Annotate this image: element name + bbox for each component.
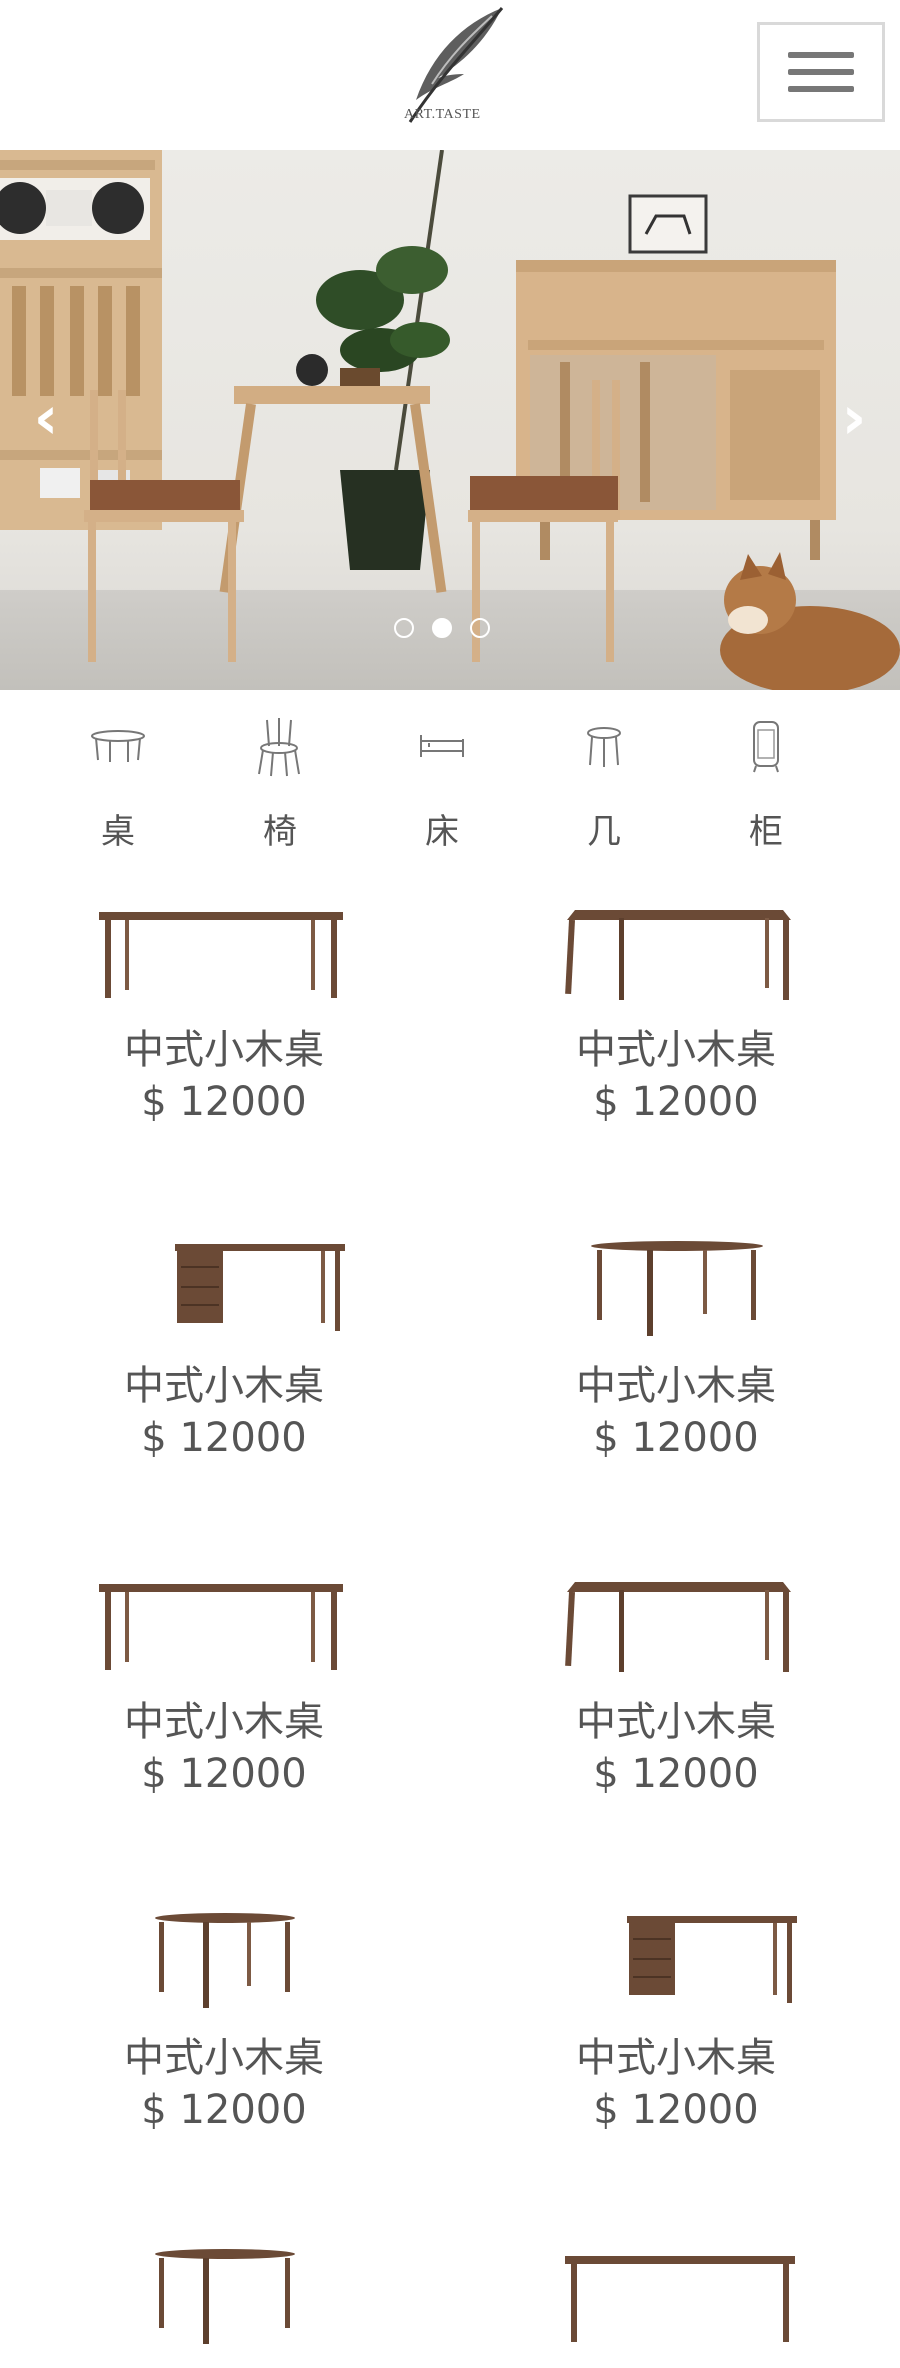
product-price: $ 12000 [593, 1415, 759, 1461]
product-name: 中式小木桌 [576, 2035, 776, 2081]
product-image [99, 1542, 349, 1672]
product-image [99, 1206, 349, 1336]
menu-line-icon [788, 86, 854, 92]
carousel-prev-button[interactable]: ‹ [28, 388, 64, 448]
long-table-angled-icon [565, 910, 791, 1000]
carousel-next-button[interactable]: › [836, 388, 872, 448]
brand-logo[interactable]: ART.TASTE [392, 4, 510, 136]
product-card[interactable]: 中式小木桌 $ 12000 [526, 1542, 826, 1800]
product-name: 中式小木桌 [576, 1027, 776, 1073]
product-image [551, 2214, 801, 2344]
product-image [551, 1206, 801, 1336]
product-card[interactable] [74, 2214, 374, 2368]
product-image [99, 870, 349, 1000]
product-card[interactable]: 中式小木桌 $ 12000 [74, 1542, 374, 1800]
product-card[interactable] [526, 2214, 826, 2368]
category-item-cabinet[interactable]: 柜 [706, 710, 826, 853]
menu-line-icon [788, 52, 854, 58]
carousel-dot[interactable] [470, 618, 490, 638]
product-name: 中式小木桌 [576, 1699, 776, 1745]
product-card[interactable]: 中式小木桌 $ 12000 [526, 870, 826, 1128]
product-price: $ 12000 [593, 1751, 759, 1797]
hero-image [0, 150, 900, 690]
product-price: $ 12000 [593, 1079, 759, 1125]
category-item-side-table[interactable]: 几 [544, 710, 664, 853]
product-card[interactable]: 中式小木桌 $ 12000 [526, 1206, 826, 1464]
long-table-icon [99, 1584, 343, 1670]
cabinet-icon [753, 721, 779, 773]
product-image [551, 1878, 801, 2008]
category-label: 几 [587, 812, 621, 852]
round-table-icon [155, 2249, 295, 2344]
product-price: $ 12000 [593, 2087, 759, 2133]
product-card[interactable]: 中式小木桌 $ 12000 [526, 1878, 826, 2136]
product-name: 中式小木桌 [576, 1363, 776, 1409]
chair-icon [258, 718, 300, 777]
product-price: $ 12000 [141, 1415, 307, 1461]
menu-line-icon [788, 69, 854, 75]
long-table-icon [99, 912, 343, 998]
round-table-icon [591, 1241, 763, 1336]
product-image [99, 2214, 349, 2344]
category-label: 椅 [263, 812, 297, 852]
logo-text: ART.TASTE [404, 107, 481, 122]
product-name: 中式小木桌 [124, 1363, 324, 1409]
side-table-icon [587, 727, 621, 767]
category-nav: 桌 椅 床 几 柜 [0, 690, 900, 870]
product-card[interactable]: 中式小木桌 $ 12000 [74, 870, 374, 1128]
long-table-angled-icon [565, 1582, 791, 1672]
site-header: ART.TASTE [0, 0, 900, 150]
round-table-icon [155, 1913, 295, 2008]
product-price: $ 12000 [141, 2087, 307, 2133]
product-name: 中式小木桌 [124, 1027, 324, 1073]
category-item-table[interactable]: 桌 [58, 710, 178, 853]
product-name: 中式小木桌 [124, 2035, 324, 2081]
carousel-dot-active[interactable] [432, 618, 452, 638]
hero-carousel[interactable]: ‹ › [0, 150, 900, 690]
category-label: 桌 [101, 812, 135, 852]
long-table-icon [565, 2256, 795, 2342]
category-item-bed[interactable]: 床 [382, 710, 502, 853]
desk-with-drawers-icon [627, 1916, 797, 2003]
product-image [551, 870, 801, 1000]
carousel-indicators [394, 618, 490, 638]
product-image [99, 1878, 349, 2008]
product-card[interactable]: 中式小木桌 $ 12000 [74, 1206, 374, 1464]
category-label: 床 [425, 812, 459, 852]
product-price: $ 12000 [141, 1751, 307, 1797]
carousel-dot[interactable] [394, 618, 414, 638]
product-name: 中式小木桌 [124, 1699, 324, 1745]
category-label: 柜 [749, 812, 783, 852]
bed-icon [420, 735, 464, 757]
table-icon [91, 730, 145, 762]
product-image [551, 1542, 801, 1672]
hamburger-menu-button[interactable] [757, 22, 885, 122]
category-item-chair[interactable]: 椅 [220, 710, 340, 853]
desk-with-drawers-icon [175, 1244, 345, 1331]
product-card[interactable]: 中式小木桌 $ 12000 [74, 1878, 374, 2136]
product-price: $ 12000 [141, 1079, 307, 1125]
